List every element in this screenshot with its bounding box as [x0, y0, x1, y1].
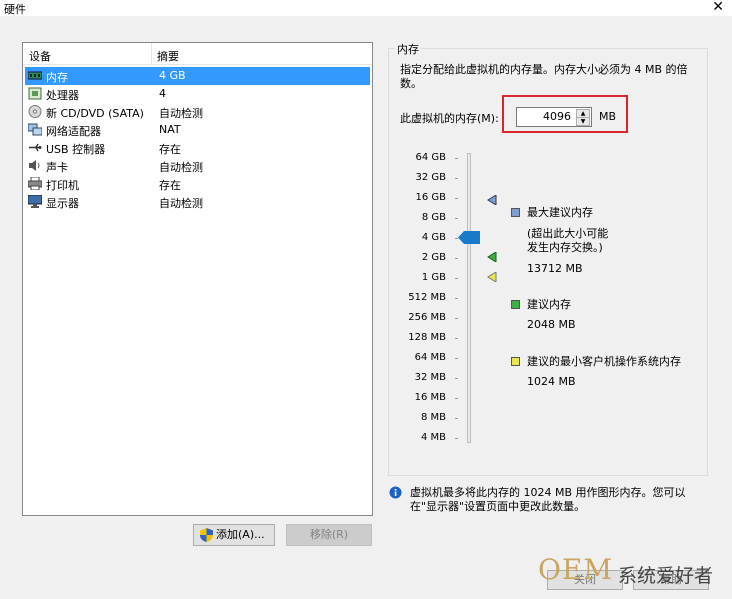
window-title: 硬件: [4, 3, 26, 16]
memory-slider-track[interactable]: [467, 153, 471, 443]
scale-label: 4 MB: [420, 432, 446, 443]
scale-tick: [455, 218, 458, 219]
shield-icon: [200, 528, 213, 542]
hardware-row-network-adapter[interactable]: 网络适配器 NAT: [25, 121, 370, 139]
scale-tick: [455, 318, 458, 319]
memory-slider-thumb[interactable]: [458, 231, 480, 244]
scale-tick: [455, 418, 458, 419]
hardware-summary: 4: [159, 87, 166, 100]
hardware-list-header: 设备 摘要: [23, 43, 372, 65]
hardware-list[interactable]: 设备 摘要 内存 4 GB 处理器 4 新 CD/DVD (SATA) 自动检测…: [22, 42, 373, 516]
hardware-name: 显示器: [46, 197, 79, 210]
highlight-box: [502, 95, 628, 133]
scale-label: 64 MB: [414, 352, 446, 363]
hardware-summary: 存在: [159, 179, 181, 192]
cd-dvd-icon: [28, 105, 42, 118]
hardware-summary: NAT: [159, 123, 181, 136]
display-icon: [28, 195, 42, 208]
hardware-name: 新 CD/DVD (SATA): [46, 107, 144, 120]
scale-tick: [455, 378, 458, 379]
max-memory-note-line1: (超出此大小可能: [527, 227, 609, 240]
scale-label: 16 GB: [415, 192, 446, 203]
scale-tick: [455, 298, 458, 299]
watermark-text: 系统爱好者: [618, 565, 714, 587]
column-separator[interactable]: [151, 43, 152, 65]
hardware-row-memory[interactable]: 内存 4 GB: [25, 67, 370, 85]
memory-description: 指定分配给此虚拟机的内存量。内存大小必须为 4 MB 的倍数。: [400, 63, 688, 90]
column-header-summary[interactable]: 摘要: [157, 48, 179, 64]
recommended-memory-value: 2048 MB: [527, 318, 576, 331]
min-memory-title: 建议的最小客户机操作系统内存: [527, 355, 681, 368]
watermark: OEM 系统爱好者: [532, 553, 728, 593]
max-memory-value: 13712 MB: [527, 262, 583, 275]
scale-label: 512 MB: [408, 292, 446, 303]
min-memory-legend-icon: [511, 357, 520, 366]
hardware-row-processor[interactable]: 处理器 4: [25, 85, 370, 103]
hardware-summary: 自动检测: [159, 107, 203, 120]
remove-button[interactable]: 移除(R): [286, 524, 372, 546]
hardware-name: 网络适配器: [46, 125, 101, 138]
min-memory-value: 1024 MB: [527, 375, 576, 388]
hardware-row-usb-controller[interactable]: USB 控制器 存在: [25, 139, 370, 157]
hardware-name: 处理器: [46, 89, 79, 102]
hardware-summary: 存在: [159, 143, 181, 156]
add-button-label: 添加(A)...: [216, 528, 265, 541]
scale-label: 8 MB: [420, 412, 446, 423]
recommended-memory-title: 建议内存: [527, 298, 571, 311]
scale-tick: [455, 358, 458, 359]
max-memory-title: 最大建议内存: [527, 206, 593, 219]
printer-icon: [28, 177, 42, 190]
memory-group-title: 内存: [395, 41, 421, 57]
scale-label: 128 MB: [408, 332, 446, 343]
title-bar: 硬件 ✕: [0, 0, 732, 16]
scale-label: 1 GB: [421, 272, 446, 283]
hardware-name: 声卡: [46, 161, 68, 174]
scale-tick: [455, 258, 458, 259]
hardware-name: 内存: [46, 71, 68, 84]
scale-label: 32 MB: [414, 372, 446, 383]
info-icon: [389, 486, 402, 499]
scale-label: 4 GB: [421, 232, 446, 243]
scale-tick: [455, 158, 458, 159]
scale-label: 64 GB: [415, 152, 446, 163]
network-adapter-icon: [28, 123, 42, 136]
usb-icon: [29, 143, 42, 152]
hardware-row-sound-card[interactable]: 声卡 自动检测: [25, 157, 370, 175]
hardware-row-cd-dvd[interactable]: 新 CD/DVD (SATA) 自动检测: [25, 103, 370, 121]
scale-tick: [455, 278, 458, 279]
hardware-summary: 4 GB: [159, 69, 186, 82]
watermark-logo: OEM: [538, 553, 614, 586]
recommended-memory-legend-icon: [511, 300, 520, 309]
scale-label: 32 GB: [415, 172, 446, 183]
add-button[interactable]: 添加(A)...: [193, 524, 275, 546]
scale-tick: [455, 438, 458, 439]
recommended-memory-marker-icon: [487, 252, 497, 262]
hardware-summary: 自动检测: [159, 197, 203, 210]
scale-tick: [455, 338, 458, 339]
hardware-name: 打印机: [46, 179, 79, 192]
memory-field-label: 此虚拟机的内存(M):: [400, 112, 499, 125]
scale-tick: [455, 178, 458, 179]
scale-tick: [455, 398, 458, 399]
scale-label: 256 MB: [408, 312, 446, 323]
scale-label: 8 GB: [421, 212, 446, 223]
graphics-memory-info: 虚拟机最多将此内存的 1024 MB 用作图形内存。您可以在"显示器"设置页面中…: [410, 486, 686, 513]
scale-label: 2 GB: [421, 252, 446, 263]
scale-tick: [455, 198, 458, 199]
max-memory-marker-icon: [487, 195, 497, 205]
hardware-row-printer[interactable]: 打印机 存在: [25, 175, 370, 193]
memory-icon: [28, 71, 42, 80]
column-header-device[interactable]: 设备: [29, 48, 51, 64]
max-memory-legend-icon: [511, 208, 520, 217]
close-icon[interactable]: ✕: [712, 0, 724, 15]
sound-card-icon: [29, 160, 40, 171]
processor-icon: [28, 87, 42, 100]
hardware-name: USB 控制器: [46, 143, 106, 156]
min-memory-marker-icon: [487, 272, 497, 282]
max-memory-note-line2: 发生内存交换。): [527, 241, 603, 254]
scale-label: 16 MB: [414, 392, 446, 403]
hardware-summary: 自动检测: [159, 161, 203, 174]
hardware-row-display[interactable]: 显示器 自动检测: [25, 193, 370, 211]
